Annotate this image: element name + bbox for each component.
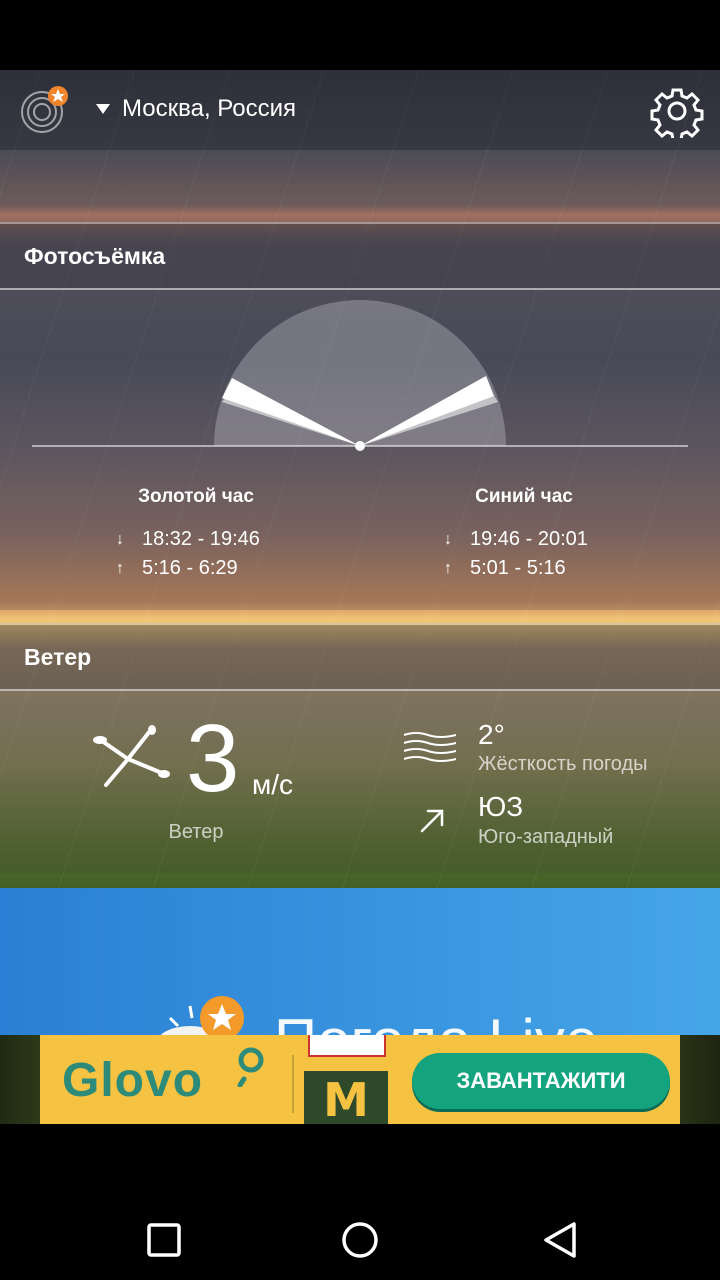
blue-hour-evening: ↓ 19:46 - 20:01: [444, 528, 588, 551]
blue-hour-evening-time: 19:46 - 20:01: [470, 528, 588, 550]
golden-hour-evening-time: 18:32 - 19:46: [142, 528, 260, 550]
arrow-down-icon: ↓: [116, 530, 124, 548]
golden-hour-title: Золотой час: [138, 486, 254, 507]
arrow-up-icon: ↑: [116, 559, 124, 577]
navigation-bar: [0, 1124, 720, 1280]
sun-angle-dial: [32, 300, 688, 451]
promo-title: Погода Live: [274, 1006, 598, 1035]
chevron-down-icon: [96, 104, 110, 114]
blue-hour-morning: ↑ 5:01 - 5:16: [444, 557, 566, 580]
wind-direction-value: ЮЗ: [478, 791, 524, 822]
restaurant-logo: M: [304, 1071, 388, 1124]
golden-hour-morning-time: 5:16 - 6:29: [142, 557, 238, 579]
wind-card: Ветер 3 м/с Ветер 2° Жёсткость погоды ЮЗ…: [0, 623, 720, 873]
weather-severity-value: 2°: [478, 719, 505, 750]
location-pin-icon: [237, 1047, 264, 1087]
golden-hour-morning: ↑ 5:16 - 6:29: [116, 557, 238, 580]
radar-star-icon[interactable]: [18, 86, 70, 134]
wind-speed-label: Ветер: [168, 821, 224, 843]
circle-icon[interactable]: [340, 1220, 380, 1260]
promo-banner[interactable]: Погода Live: [0, 888, 720, 1035]
ad-banner[interactable]: Glovo M ЗАВАНТАЖИТИ: [40, 1035, 680, 1124]
top-bar: Москва, Россия: [0, 70, 720, 150]
wind-speed-unit: м/с: [252, 769, 294, 800]
golden-hour-evening: ↓ 18:32 - 19:46: [116, 528, 260, 551]
square-icon[interactable]: [144, 1220, 184, 1260]
weather-severity-label: Жёсткость погоды: [478, 753, 648, 775]
ad-divider: [292, 1055, 294, 1113]
photography-card: Фотосъёмка Золотой час ↓ 18:32 - 19:46 ↑…: [0, 222, 720, 610]
direction-arrow-icon: [420, 809, 444, 833]
download-button[interactable]: ЗАВАНТАЖИТИ: [412, 1053, 670, 1109]
windmill-icon: [93, 725, 170, 787]
photography-title: Фотосъёмка: [0, 224, 720, 290]
arrow-down-icon: ↓: [444, 530, 452, 548]
blue-hour-morning-time: 5:01 - 5:16: [470, 557, 566, 579]
wind-direction-label: Юго-западный: [478, 826, 614, 848]
blue-hour-title: Синий час: [475, 486, 573, 507]
restaurant-logo-letter: M: [323, 1073, 369, 1124]
gear-icon[interactable]: [650, 84, 704, 138]
wind-lines-icon: [403, 732, 457, 762]
wind-title: Ветер: [0, 625, 720, 691]
ad-strip: Glovo M ЗАВАНТАЖИТИ: [0, 1035, 720, 1124]
wind-speed-value: 3: [186, 705, 240, 812]
triangle-back-icon[interactable]: [540, 1220, 580, 1260]
sun-cloud-star-icon: [160, 996, 244, 1035]
glovo-logo: Glovo: [62, 1054, 204, 1107]
restaurant-sign: [308, 1035, 386, 1057]
app-content: Москва, Россия Фотосъёмка Золотой час ↓ …: [0, 70, 720, 1035]
arrow-up-icon: ↑: [444, 559, 452, 577]
location-label: Москва, Россия: [122, 95, 296, 122]
status-bar: [0, 0, 720, 70]
location-selector[interactable]: Москва, Россия: [96, 94, 296, 124]
